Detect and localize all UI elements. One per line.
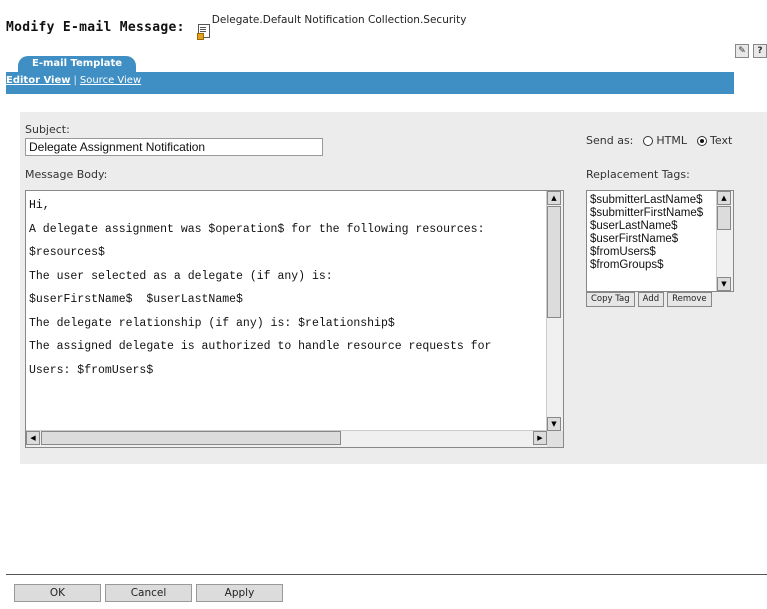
editor-view-link[interactable]: Editor View [6, 75, 71, 86]
top-icons: ✎ ? [735, 44, 767, 58]
tag-item[interactable]: $fromUsers$ [590, 246, 717, 259]
replacement-tags-items: $submitterLastName$ $submitterFirstName$… [590, 194, 717, 272]
help-icon[interactable]: ? [753, 44, 767, 58]
message-body-label: Message Body: [25, 168, 108, 181]
tab-email-template[interactable]: E-mail Template [18, 56, 137, 72]
tag-item[interactable]: $userLastName$ [590, 220, 717, 233]
scroll-down-icon[interactable]: ▼ [547, 417, 561, 431]
page-title: Modify E-mail Message: [6, 20, 185, 35]
body-line: $userFirstName$ $userLastName$ [29, 293, 243, 306]
vertical-scroll-thumb[interactable] [547, 206, 561, 318]
source-view-link[interactable]: Source View [80, 75, 141, 86]
copy-tag-button[interactable]: Copy Tag [586, 292, 635, 307]
tags-scroll-up-icon[interactable]: ▲ [717, 191, 731, 205]
message-body-text[interactable]: Hi, A delegate assignment was $operation$… [26, 191, 547, 431]
send-as-html-radio[interactable] [643, 135, 654, 146]
cancel-button[interactable]: Cancel [105, 584, 192, 602]
view-separator: | [73, 75, 77, 86]
ok-button[interactable]: OK [14, 584, 101, 602]
scroll-left-icon[interactable]: ◀ [26, 431, 40, 445]
document-icon [196, 24, 210, 40]
replacement-tags-label: Replacement Tags: [586, 168, 690, 181]
scroll-up-icon[interactable]: ▲ [547, 191, 561, 205]
body-line: Hi, [29, 199, 50, 212]
tags-scroll-down-icon[interactable]: ▼ [717, 277, 731, 291]
tags-vertical-scrollbar[interactable]: ▲ ▼ [716, 191, 733, 291]
send-as-group: Send as: HTML Text [586, 134, 732, 147]
message-body-editor[interactable]: Hi, A delegate assignment was $operation$… [25, 190, 564, 448]
tags-scroll-thumb[interactable] [717, 206, 731, 230]
horizontal-scroll-thumb[interactable] [41, 431, 341, 445]
tag-item[interactable]: $submitterLastName$ [590, 194, 717, 207]
subject-input[interactable]: Delegate Assignment Notification [25, 138, 323, 156]
body-line: A delegate assignment was $operation$ fo… [29, 222, 485, 236]
remove-tag-button[interactable]: Remove [667, 292, 712, 307]
body-line: The delegate relationship (if any) is: $… [29, 316, 395, 330]
send-as-label: Send as: [586, 134, 634, 147]
add-tag-button[interactable]: Add [637, 292, 665, 307]
tag-buttons: Copy Tag Add Remove [586, 292, 712, 307]
send-as-text-radio[interactable] [697, 135, 708, 146]
apply-button[interactable]: Apply [196, 584, 283, 602]
scroll-right-icon[interactable]: ▶ [533, 431, 547, 445]
body-line: Users: $fromUsers$ [29, 363, 154, 377]
footer-buttons: OK Cancel Apply [14, 584, 283, 602]
tag-item[interactable]: $submitterFirstName$ [590, 207, 717, 220]
subject-label: Subject: [25, 123, 70, 136]
body-line: $resources$ [29, 246, 105, 259]
replacement-tags-list[interactable]: $submitterLastName$ $submitterFirstName$… [586, 190, 734, 292]
object-name: Delegate.Default Notification Collection… [211, 14, 467, 26]
body-horizontal-scrollbar[interactable]: ◀ ▶ [26, 430, 547, 447]
send-as-text-label[interactable]: Text [710, 134, 732, 147]
view-links: Editor View | Source View [6, 75, 141, 86]
body-vertical-scrollbar[interactable]: ▲ ▼ [546, 191, 563, 431]
title-row: Modify E-mail Message: Delegate.Default … [6, 14, 467, 40]
body-line: The user selected as a delegate (if any)… [29, 269, 333, 283]
edit-icon[interactable]: ✎ [735, 44, 749, 58]
scroll-corner [547, 431, 563, 447]
form-panel: Subject: Delegate Assignment Notificatio… [20, 112, 767, 464]
tag-item[interactable]: $userFirstName$ [590, 233, 717, 246]
send-as-html-label[interactable]: HTML [656, 134, 687, 147]
tab-bar: Editor View | Source View [6, 72, 734, 94]
footer-divider [6, 574, 767, 575]
body-line: The assigned delegate is authorized to h… [29, 340, 492, 353]
tag-item[interactable]: $fromGroups$ [590, 259, 717, 272]
